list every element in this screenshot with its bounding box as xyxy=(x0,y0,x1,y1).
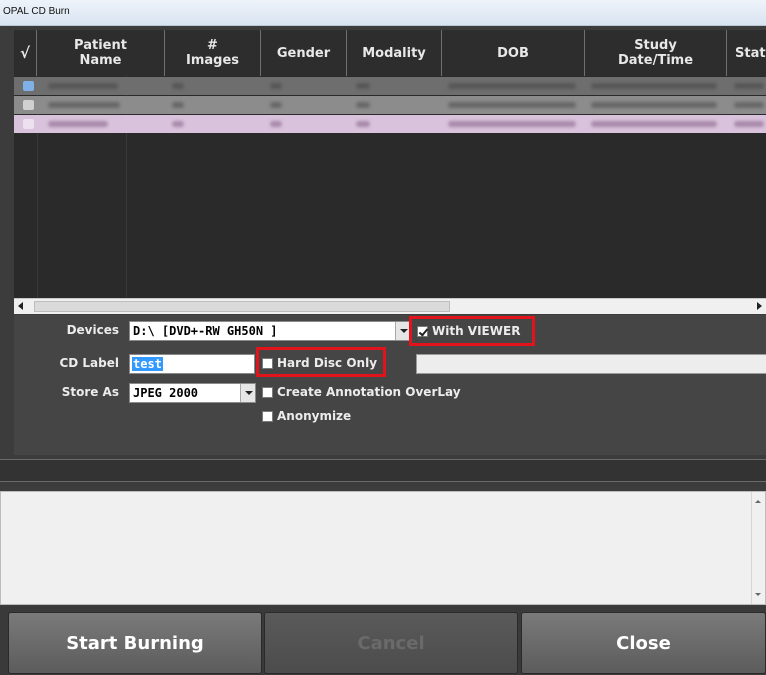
store-as-value: JPEG 2000 xyxy=(133,386,199,400)
header-gender[interactable]: Gender xyxy=(261,30,347,76)
blurred-cell xyxy=(270,102,282,108)
store-as-label: Store As xyxy=(61,385,119,399)
annotation-overlay-checkbox[interactable]: Create Annotation OverLay xyxy=(262,385,461,399)
annotation-overlay-label: Create Annotation OverLay xyxy=(277,385,461,399)
blurred-cell xyxy=(356,102,370,108)
button-bar: Start Burning Cancel Close xyxy=(0,606,766,675)
blurred-cell xyxy=(270,83,282,89)
vertical-scrollbar[interactable] xyxy=(751,492,765,604)
blurred-cell xyxy=(734,83,764,89)
scroll-left-icon[interactable] xyxy=(18,302,23,310)
blurred-cell xyxy=(270,121,282,127)
chevron-down-icon[interactable] xyxy=(240,384,255,402)
devices-label: Devices xyxy=(66,323,119,337)
anonymize-checkbox[interactable]: Anonymize xyxy=(262,409,351,423)
store-as-select[interactable]: JPEG 2000 xyxy=(129,383,256,403)
header-select-all[interactable]: √ xyxy=(14,30,37,76)
row-checkbox[interactable] xyxy=(23,119,34,129)
cd-label-input[interactable]: test xyxy=(129,354,255,374)
header-dob[interactable]: DOB xyxy=(442,30,585,76)
log-textarea[interactable] xyxy=(0,491,766,605)
row-checkbox[interactable] xyxy=(23,81,34,91)
blurred-cell xyxy=(591,83,717,89)
table-row[interactable] xyxy=(14,96,766,114)
blurred-cell xyxy=(448,102,576,108)
devices-select[interactable]: D:\ [DVD+-RW GH50N ] xyxy=(129,321,411,341)
blurred-cell xyxy=(48,121,108,127)
header-patient-name[interactable]: Patient Name xyxy=(37,30,165,76)
hard-disc-only-label: Hard Disc Only xyxy=(277,356,378,370)
blurred-cell xyxy=(734,102,764,108)
table-row[interactable] xyxy=(14,77,766,95)
blurred-cell xyxy=(356,83,370,89)
scrollbar-thumb[interactable] xyxy=(34,301,450,312)
blurred-cell xyxy=(48,83,118,89)
blurred-cell xyxy=(448,83,576,89)
grid-header: √ Patient Name # Images Gender Modality … xyxy=(14,30,766,76)
with-viewer-label: With VIEWER xyxy=(432,324,521,338)
close-button[interactable]: Close xyxy=(521,612,766,674)
start-burning-button[interactable]: Start Burning xyxy=(8,612,262,674)
anonymize-label: Anonymize xyxy=(277,409,352,423)
header-modality[interactable]: Modality xyxy=(347,30,442,76)
with-viewer-checkbox[interactable]: With VIEWER xyxy=(417,324,520,338)
scroll-right-icon[interactable] xyxy=(757,302,762,310)
cancel-button[interactable]: Cancel xyxy=(264,612,518,674)
horizontal-scrollbar[interactable] xyxy=(14,298,766,314)
blurred-cell xyxy=(172,121,184,127)
blurred-cell xyxy=(591,121,717,127)
header-status[interactable]: Stat xyxy=(727,30,766,76)
cd-label-value: test xyxy=(132,357,163,371)
title-bar: OPAL CD Burn xyxy=(0,0,766,26)
devices-value: D:\ [DVD+-RW GH50N ] xyxy=(133,324,278,338)
blurred-cell xyxy=(591,102,717,108)
cd-label-label: CD Label xyxy=(59,356,119,370)
checkbox-icon[interactable] xyxy=(262,410,273,422)
checkbox-icon[interactable] xyxy=(262,386,273,398)
blurred-cell xyxy=(172,102,184,108)
table-row[interactable] xyxy=(14,115,766,133)
hard-disc-path-input[interactable] xyxy=(416,354,766,374)
blurred-cell xyxy=(48,102,120,108)
patient-grid[interactable]: √ Patient Name # Images Gender Modality … xyxy=(14,30,766,298)
cd-burn-window: OPAL CD Burn √ Patient Name # Images Gen… xyxy=(0,0,766,675)
blurred-cell xyxy=(448,121,576,127)
header-images[interactable]: # Images xyxy=(165,30,261,76)
checkbox-checked-icon[interactable] xyxy=(417,325,428,337)
scroll-up-icon[interactable] xyxy=(755,500,761,503)
checkbox-icon[interactable] xyxy=(262,357,273,369)
blurred-cell xyxy=(356,121,370,127)
header-study-date[interactable]: Study Date/Time xyxy=(585,30,727,76)
window-title: OPAL CD Burn xyxy=(3,6,70,17)
grid-body xyxy=(14,76,766,298)
blurred-cell xyxy=(172,83,184,89)
row-checkbox[interactable] xyxy=(23,100,34,110)
hard-disc-only-checkbox[interactable]: Hard Disc Only xyxy=(262,356,377,370)
burn-settings-panel: Devices D:\ [DVD+-RW GH50N ] With VIEWER… xyxy=(14,315,766,455)
progress-bar xyxy=(0,459,766,482)
chevron-down-icon[interactable] xyxy=(395,322,410,340)
scroll-down-icon[interactable] xyxy=(755,593,761,596)
blurred-cell xyxy=(734,121,764,127)
